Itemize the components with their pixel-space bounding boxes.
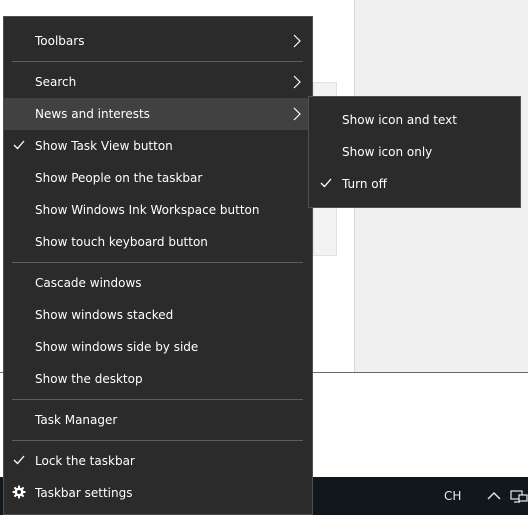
menu-item-label: News and interests xyxy=(35,107,150,121)
language-indicator[interactable]: CH xyxy=(444,489,461,503)
chevron-right-icon xyxy=(293,107,301,121)
checkmark-icon xyxy=(13,140,25,150)
checkmark-icon xyxy=(13,455,25,465)
menu-item-label: Lock the taskbar xyxy=(35,454,135,468)
menu-separator xyxy=(12,440,303,441)
submenu-item-show-icon-only[interactable]: Show icon only xyxy=(309,136,520,168)
menu-item-show-people[interactable]: Show People on the taskbar xyxy=(4,162,312,194)
chevron-up-icon[interactable] xyxy=(487,491,501,501)
menu-separator xyxy=(12,61,303,62)
chevron-right-icon xyxy=(293,75,301,89)
submenu-item-label: Show icon only xyxy=(342,145,433,159)
menu-item-toolbars[interactable]: Toolbars xyxy=(4,25,312,57)
menu-item-windows-side-by-side[interactable]: Show windows side by side xyxy=(4,331,312,363)
menu-item-label: Search xyxy=(35,75,77,89)
submenu-item-turn-off[interactable]: Turn off xyxy=(309,168,520,200)
menu-item-label: Show Windows Ink Workspace button xyxy=(35,203,260,217)
checkmark-icon xyxy=(320,178,332,188)
menu-item-show-desktop[interactable]: Show the desktop xyxy=(4,363,312,395)
menu-separator xyxy=(12,262,303,263)
menu-item-label: Task Manager xyxy=(35,413,118,427)
submenu-item-label: Turn off xyxy=(342,177,387,191)
menu-item-search[interactable]: Search xyxy=(4,66,312,98)
chevron-right-icon xyxy=(293,34,301,48)
menu-item-task-manager[interactable]: Task Manager xyxy=(4,404,312,436)
menu-item-label: Cascade windows xyxy=(35,276,142,290)
menu-item-show-task-view[interactable]: Show Task View button xyxy=(4,130,312,162)
submenu-item-label: Show icon and text xyxy=(342,113,457,127)
menu-separator xyxy=(12,399,303,400)
gear-icon xyxy=(12,485,26,499)
menu-item-label: Taskbar settings xyxy=(35,486,133,500)
menu-item-label: Show Task View button xyxy=(35,139,173,153)
menu-item-show-ink-workspace[interactable]: Show Windows Ink Workspace button xyxy=(4,194,312,226)
menu-item-label: Show the desktop xyxy=(35,372,143,386)
menu-item-cascade-windows[interactable]: Cascade windows xyxy=(4,267,312,299)
menu-item-windows-stacked[interactable]: Show windows stacked xyxy=(4,299,312,331)
menu-item-label: Show People on the taskbar xyxy=(35,171,203,185)
menu-item-show-touch-keyboard[interactable]: Show touch keyboard button xyxy=(4,226,312,258)
submenu-item-show-icon-and-text[interactable]: Show icon and text xyxy=(309,104,520,136)
menu-item-label: Show windows side by side xyxy=(35,340,199,354)
taskbar-context-menu: Toolbars Search News and interests Show … xyxy=(3,16,313,515)
menu-item-news-and-interests[interactable]: News and interests xyxy=(4,98,312,130)
menu-item-taskbar-settings[interactable]: Taskbar settings xyxy=(4,477,312,509)
menu-item-lock-taskbar[interactable]: Lock the taskbar xyxy=(4,445,312,477)
network-icon[interactable] xyxy=(510,490,528,504)
menu-item-label: Show windows stacked xyxy=(35,308,174,322)
menu-item-label: Show touch keyboard button xyxy=(35,235,208,249)
news-and-interests-submenu: Show icon and text Show icon only Turn o… xyxy=(308,96,521,208)
menu-item-label: Toolbars xyxy=(35,34,85,48)
